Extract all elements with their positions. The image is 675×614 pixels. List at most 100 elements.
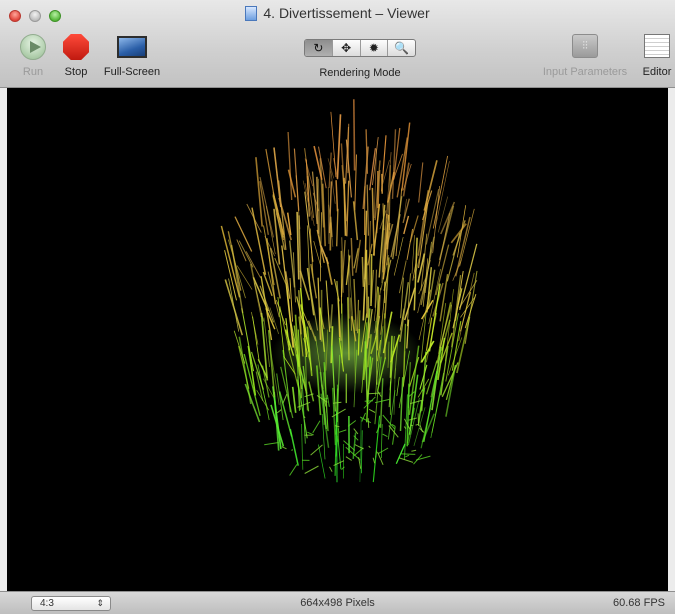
fps-readout: 60.68 FPS [613,597,665,609]
rotate-mode-button[interactable]: ↻ [305,40,332,56]
particle-strand [264,442,279,446]
editor-label: Editor [642,66,672,78]
particle-strand [276,409,282,414]
particle-strand [405,454,410,458]
run-label: Run [22,66,44,78]
editor-icon [644,34,670,58]
stop-button[interactable]: Stop [63,34,89,78]
particle-strand [287,131,293,201]
particle-strand [390,213,401,258]
particle-strand [361,256,365,287]
move-mode-button[interactable]: ✥ [331,40,360,56]
sliders-icon: ⫶⫶ [572,34,598,58]
particle-strand [329,466,333,472]
particle-strand [336,208,339,247]
particle-strand [431,346,442,411]
title-toolbar: 4. Divertissement – Viewer Run Stop Full… [0,0,675,88]
particle-strand [336,114,342,179]
particle-strand [370,253,373,307]
particle-strand [252,316,260,360]
particle-strand [293,148,300,211]
particle-strand [332,401,342,404]
document-icon [245,6,258,21]
stop-label: Stop [64,66,88,78]
particle-strand [406,228,414,260]
particle-strand [455,271,464,321]
particle-strand [432,185,440,254]
particle-strand [310,444,323,456]
particle-strand [451,275,462,348]
window-title: 4. Divertissement – Viewer [263,5,430,21]
viewer-window: 4. Divertissement – Viewer Run Stop Full… [0,0,675,614]
particle-strand [391,426,396,445]
run-button[interactable]: Run [20,34,46,78]
window-title-area: 4. Divertissement – Viewer [0,5,675,21]
particle-strand [345,456,352,461]
particle-strand [401,453,416,455]
particle-strand [238,240,254,268]
input-parameters-label: Input Parameters [542,66,628,78]
particle-strand [312,420,321,434]
rendering-mode-control[interactable]: ↻ ✥ ✹ 🔍 [304,39,416,57]
particle-strand [304,465,319,474]
particle-strand [281,446,287,450]
particle-strand [365,343,368,406]
particle-strand [459,279,478,309]
editor-button[interactable]: Editor [643,34,671,78]
particle-strand [327,187,330,244]
particle-strand [291,449,293,452]
particle-strand [372,415,381,483]
particle-strand [366,184,370,236]
render-viewport[interactable] [7,88,668,591]
particle-strand [382,414,395,430]
particle-strand [264,235,276,257]
resolution-readout: 664x498 Pixels [300,597,375,609]
particle-strand [417,190,430,256]
particle-strand [251,207,267,275]
particle-strand [376,286,379,351]
particle-strand [456,316,471,374]
particle-strand [372,457,376,464]
full-screen-button[interactable]: Full-Screen [104,34,160,78]
particle-strand [282,393,288,404]
particle-strand [338,429,347,433]
particle-strand [365,249,368,318]
strand-group [220,99,478,483]
particle-strand [399,377,404,432]
particle-render [220,99,478,483]
particle-strand [378,447,389,455]
particle-strand [371,187,375,256]
particle-strand [289,464,298,476]
particle-strand [301,423,304,470]
status-bar: 4:3 ⇕ 664x498 Pixels 60.68 FPS [0,591,675,614]
center-glow [272,313,422,393]
input-parameters-button[interactable]: ⫶⫶ Input Parameters [543,34,627,78]
particle-strand [316,176,319,234]
particle-strand [326,394,330,407]
particle-strand [361,412,366,422]
debug-mode-button[interactable]: ✹ [359,40,388,56]
particle-strand [380,424,383,459]
particle-strand [377,451,384,466]
particle-strand [352,99,356,171]
particle-strand [406,273,411,327]
particle-strand [382,433,388,438]
particle-strand [335,180,339,212]
particle-strand [289,428,299,466]
particle-strand [352,201,359,241]
particle-strand [410,424,414,427]
particle-strand [363,396,376,409]
particle-strand [411,235,415,274]
particle-strand [459,208,475,267]
particle-strand [418,162,424,203]
stop-icon [63,34,89,60]
particle-strand [368,408,376,413]
particle-strand [233,330,246,364]
particle-strand [346,180,350,237]
particle-strand [281,245,287,284]
particle-strand [383,313,386,359]
particle-strand [350,237,354,276]
zoom-mode-button[interactable]: 🔍 [387,40,415,56]
particle-strand [234,216,253,252]
rendering-mode-label: Rendering Mode [319,67,401,79]
